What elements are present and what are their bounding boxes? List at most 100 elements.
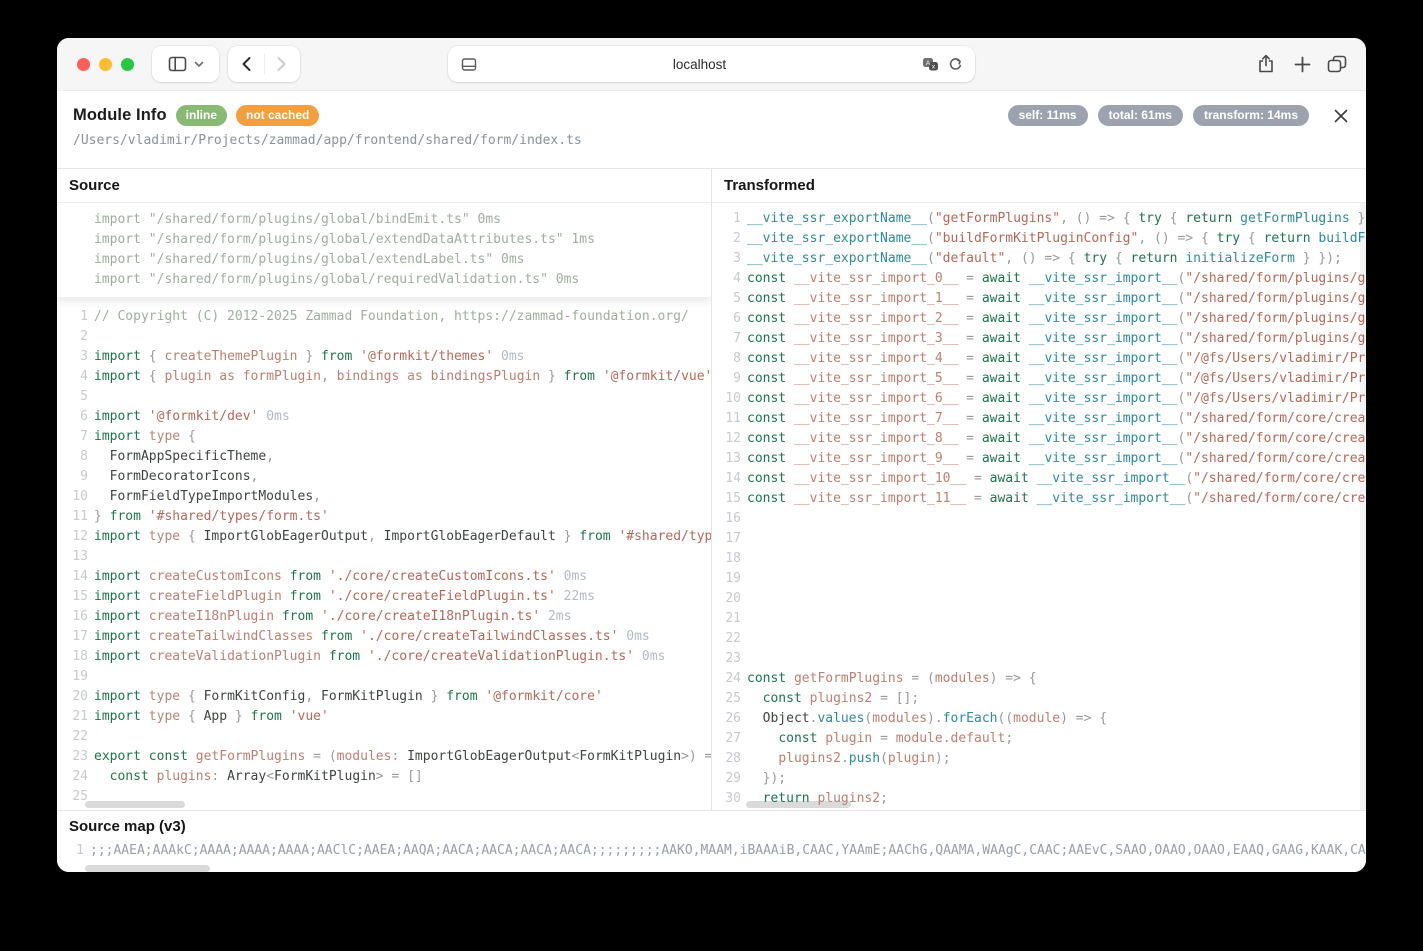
code-line: 30 return plugins2; [712,789,1366,809]
source-code-area[interactable]: import "/shared/form/plugins/global/bind… [57,203,711,810]
code-line: 8const __vite_ssr_import_4__ = await __v… [712,349,1366,369]
line-number: 11 [57,507,88,527]
line-number: 7 [57,427,88,447]
line-number [57,230,88,250]
line-number: 15 [712,489,741,509]
navigation-buttons [228,46,300,82]
browser-window: localhost xA Module Info inline not cach… [57,38,1366,872]
timing-badge-total: total: 61ms [1098,105,1183,126]
sidebar-icon [168,56,187,72]
source-panel: Source import "/shared/form/plugins/glob… [57,169,711,810]
code-line: 12import type { ImportGlobEagerOutput, I… [57,527,711,547]
line-number: 8 [712,349,741,369]
module-info-header: Module Info inline not cached self: 11ms… [57,91,1366,168]
code-line: 19 [57,667,711,687]
line-number: 3 [712,249,741,269]
code-line: 25 [57,787,711,807]
line-number: 1 [57,307,88,327]
status-badge-inline: inline [176,105,227,126]
chevron-down-icon [194,61,204,68]
source-panel-title: Source [57,169,711,203]
line-number: 6 [712,309,741,329]
code-line: 12const __vite_ssr_import_8__ = await __… [712,429,1366,449]
new-tab-plus-icon[interactable] [1290,52,1314,76]
code-line: import "/shared/form/plugins/global/exte… [57,250,711,270]
transformed-panel-title: Transformed [712,169,1366,203]
code-line: 9const __vite_ssr_import_5__ = await __v… [712,369,1366,389]
code-line: import "/shared/form/plugins/global/bind… [57,210,711,230]
sourcemap-section: Source map (v3) 1;;;AAEA;AAAkC;AAAA;AAAA… [57,810,1366,872]
url-text[interactable]: localhost [477,57,922,72]
line-number: 7 [712,329,741,349]
line-number: 18 [57,647,88,667]
code-line: 1__vite_ssr_exportName__("getFormPlugins… [712,209,1366,229]
line-number: 2 [57,327,88,347]
line-number: 9 [57,467,88,487]
code-line: 22 [712,629,1366,649]
line-number: 8 [57,447,88,467]
code-line: 18 [712,549,1366,569]
line-number: 16 [712,509,741,529]
line-number: 22 [57,727,88,747]
line-number: 11 [712,409,741,429]
browser-toolbar: localhost xA [57,38,1366,91]
code-line: 20 [712,589,1366,609]
traffic-light-minimize-button[interactable] [99,58,112,71]
code-line: 27 const plugin = module.default; [712,729,1366,749]
nav-divider [264,54,265,74]
module-file-path: /Users/vladimir/Projects/zammad/app/fron… [73,133,582,148]
tab-overview-icon[interactable] [1325,52,1349,76]
code-line: 24 const plugins: Array<FormKitPlugin> =… [57,767,711,787]
line-number: 20 [712,589,741,609]
code-line: 6const __vite_ssr_import_2__ = await __v… [712,309,1366,329]
line-number: 13 [57,547,88,567]
line-number [57,210,88,230]
code-line: 10 FormFieldTypeImportModules, [57,487,711,507]
code-line: 4const __vite_ssr_import_0__ = await __v… [712,269,1366,289]
code-line: 25 const plugins2 = []; [712,689,1366,709]
code-line: 10const __vite_ssr_import_6__ = await __… [712,389,1366,409]
sidebar-toggle-button[interactable] [152,46,219,82]
back-button[interactable] [235,52,259,76]
line-number: 12 [712,429,741,449]
code-line: 9 FormDecoratorIcons, [57,467,711,487]
code-line: 5const __vite_ssr_import_1__ = await __v… [712,289,1366,309]
source-code-lines: 1// Copyright (C) 2012-2025 Zammad Found… [57,307,711,807]
code-line: 15const __vite_ssr_import_11__ = await _… [712,489,1366,509]
line-number: 14 [712,469,741,489]
code-line: 22 [57,727,711,747]
line-number: 1 [712,209,741,229]
line-number: 19 [712,569,741,589]
transformed-code-area[interactable]: 1__vite_ssr_exportName__("getFormPlugins… [712,203,1366,810]
code-line: 7const __vite_ssr_import_3__ = await __v… [712,329,1366,349]
code-line: 16 [712,509,1366,529]
traffic-light-close-button[interactable] [77,58,90,71]
horizontal-scrollbar-thumb[interactable] [85,865,210,872]
reload-icon[interactable] [948,57,963,72]
translate-icon[interactable]: xA [922,57,939,72]
code-line: 4import { plugin as formPlugin, bindings… [57,367,711,387]
line-number: 10 [57,487,88,507]
page-title: Module Info [73,106,167,125]
code-line: 6import '@formkit/dev' 0ms [57,407,711,427]
line-number: 4 [712,269,741,289]
forward-button[interactable] [270,52,294,76]
line-number: 2 [712,229,741,249]
traffic-light-zoom-button[interactable] [121,58,134,71]
line-number: 17 [712,529,741,549]
timing-badge-transform: transform: 14ms [1193,105,1309,126]
code-line: 29 }); [712,769,1366,789]
line-number: 25 [57,787,88,807]
svg-text:A: A [926,60,931,67]
sourcemap-line: 1;;;AAEA;AAAkC;AAAA;AAAA;AAAA;AAClC;AAEA… [57,841,1366,861]
share-icon[interactable] [1254,52,1278,76]
line-number: 19 [57,667,88,687]
page-format-icon[interactable] [461,57,477,72]
close-icon[interactable] [1332,107,1350,125]
code-line: 28 plugins2.push(plugin); [712,749,1366,769]
code-line: 11const __vite_ssr_import_7__ = await __… [712,409,1366,429]
line-number: 17 [57,627,88,647]
code-line: 19 [712,569,1366,589]
address-bar[interactable]: localhost xA [448,46,975,82]
code-line: 2 [57,327,711,347]
